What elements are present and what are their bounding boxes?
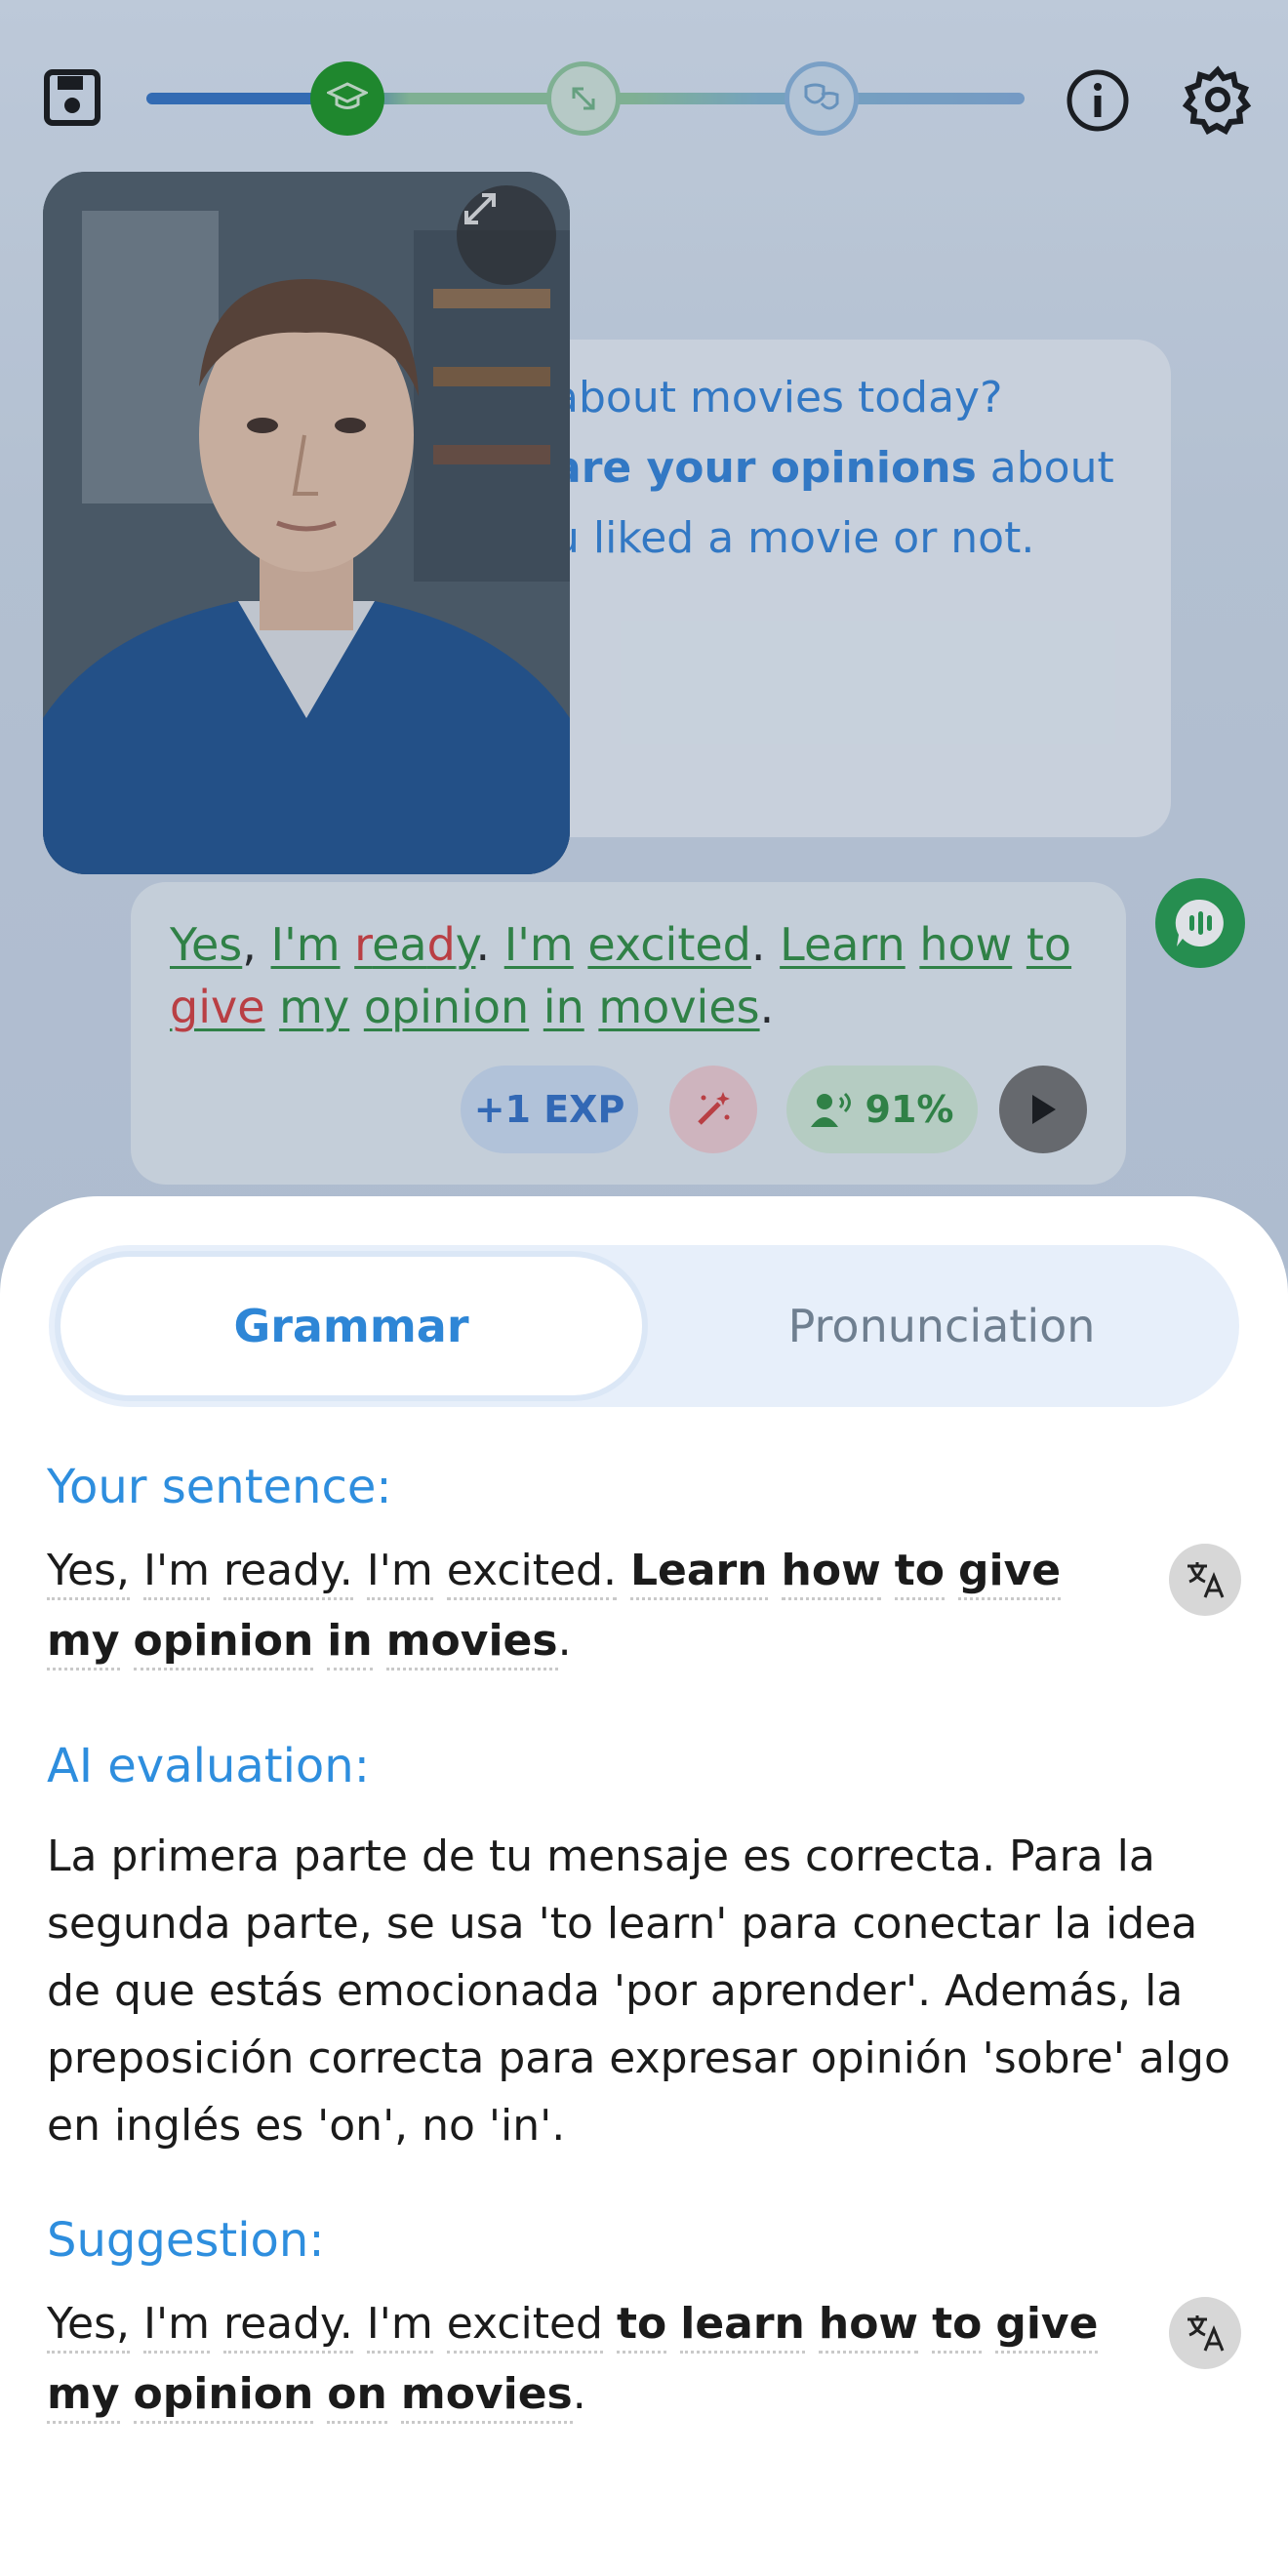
top-bar (0, 0, 1288, 195)
sentence-word-error[interactable]: opinion (133, 1616, 314, 1670)
sentence-word[interactable]: Yes, (47, 1546, 131, 1600)
sentence-word[interactable]: Yes, (47, 2299, 131, 2354)
message-actions: +1 EXP 91% (0, 1066, 1288, 1153)
feedback-tabs: Grammar Pronunciation (49, 1245, 1239, 1407)
word-correct[interactable]: opinion (364, 981, 529, 1033)
translate-icon (1187, 1562, 1225, 1598)
punctuation: , (242, 918, 257, 971)
ai-message-line: about (976, 443, 1114, 493)
exp-badge[interactable]: +1 EXP (461, 1066, 638, 1153)
step-practice[interactable] (546, 61, 621, 136)
pronunciation-score: 91% (865, 1088, 954, 1131)
sentence-word[interactable]: I'm (366, 1546, 433, 1600)
chat-voice-icon (1175, 899, 1224, 946)
voice-assistant-button[interactable] (1155, 878, 1245, 968)
save-icon[interactable] (43, 68, 101, 127)
sentence-word-corrected[interactable]: how (818, 2299, 919, 2354)
info-icon[interactable] (1066, 68, 1130, 133)
suggestion-text: Yes, I'm ready. I'm excited to learn how… (47, 2289, 1120, 2430)
punctuation: . (572, 2369, 586, 2419)
word-correct[interactable]: Yes (170, 918, 242, 971)
punctuation: . (750, 918, 766, 971)
sentence-word-corrected[interactable]: movies (400, 2369, 573, 2424)
word-correct[interactable]: I'm (504, 918, 574, 971)
step-roleplay[interactable] (785, 61, 859, 136)
play-icon (1032, 1095, 1056, 1124)
sentence-word-corrected[interactable]: my (47, 2369, 120, 2424)
expand-icon (464, 193, 496, 224)
sentence-word[interactable]: excited. (446, 1546, 617, 1600)
tutor-avatar-video (43, 172, 570, 874)
sentence-word-corrected[interactable]: to (932, 2299, 983, 2354)
ai-evaluation-text: La primera parte de tu mensaje es correc… (47, 1831, 1230, 2151)
punctuation: . (759, 981, 775, 1033)
play-audio-button[interactable] (999, 1066, 1087, 1153)
sentence-word-corrected[interactable]: to (616, 2299, 667, 2354)
sentence-word-error[interactable]: give (958, 1546, 1062, 1600)
step-learn[interactable] (310, 61, 384, 136)
word-correct[interactable]: excited (587, 918, 751, 971)
sentence-word-error[interactable]: in (327, 1616, 373, 1670)
sentence-word[interactable]: ready. (222, 1546, 353, 1600)
ai-message-line: about movies today? (552, 373, 1003, 423)
translate-icon (1187, 2315, 1225, 2352)
sentence-word-error[interactable]: movies (385, 1616, 558, 1670)
word-correct[interactable]: movies (598, 981, 759, 1033)
grammar-feedback-button[interactable] (669, 1066, 757, 1153)
sentence-word-corrected[interactable]: opinion (133, 2369, 314, 2424)
word-correct[interactable]: Learn (780, 918, 906, 971)
sentence-word[interactable]: I'm (366, 2299, 433, 2354)
tab-grammar[interactable]: Grammar (60, 1257, 642, 1395)
your-sentence-text: Yes, I'm ready. I'm excited. Learn how t… (47, 1536, 1101, 1676)
word-mispronounced[interactable]: ready (354, 918, 475, 971)
sentence-word-error[interactable]: to (894, 1546, 946, 1600)
word-correct[interactable]: in (543, 981, 584, 1033)
gear-icon[interactable] (1183, 64, 1253, 135)
translate-suggestion-button[interactable] (1169, 2297, 1241, 2369)
sentence-word-corrected[interactable]: give (995, 2299, 1099, 2354)
word-correct[interactable]: to (1026, 918, 1071, 971)
word-correct[interactable]: my (279, 981, 349, 1033)
tab-pronunciation[interactable]: Pronunciation (654, 1257, 1229, 1395)
punctuation: . (557, 1616, 572, 1666)
graduation-cap-icon (327, 82, 368, 109)
your-sentence-title: Your sentence: (47, 1460, 392, 1514)
magic-wand-icon (698, 1092, 730, 1125)
user-message-text: Yes, I'm ready. I'm excited. Learn how t… (170, 913, 1107, 1038)
expand-arrows-icon (572, 87, 595, 110)
suggestion-title: Suggestion: (47, 2213, 325, 2268)
sentence-word[interactable]: I'm (143, 2299, 210, 2354)
sentence-word-error[interactable]: Learn (629, 1546, 768, 1600)
fullscreen-button[interactable] (457, 185, 556, 285)
word-correct[interactable]: I'm (271, 918, 341, 971)
sentence-word-corrected[interactable]: learn (680, 2299, 805, 2354)
ai-message-line: u liked a movie or not. (552, 513, 1035, 563)
ai-message-bold: are your opinions (552, 443, 977, 493)
theater-masks-icon (804, 83, 839, 110)
word-correct[interactable]: how (919, 918, 1012, 971)
sentence-word-error[interactable]: my (47, 1616, 120, 1670)
sentence-word-error[interactable]: how (781, 1546, 881, 1600)
pronunciation-score-chip[interactable]: 91% (786, 1066, 978, 1153)
sentence-word[interactable]: ready. (222, 2299, 353, 2354)
translate-sentence-button[interactable] (1169, 1544, 1241, 1616)
punctuation: . (475, 918, 491, 971)
ai-evaluation-title: AI evaluation: (47, 1739, 370, 1793)
speaking-person-icon (810, 1092, 851, 1127)
word-mispronounced[interactable]: give (170, 981, 265, 1033)
ai-message-text: about movies today? are your opinions ab… (552, 363, 1138, 574)
sentence-word-corrected[interactable]: on (327, 2369, 387, 2424)
sentence-word[interactable]: excited (446, 2299, 603, 2354)
sentence-word[interactable]: I'm (143, 1546, 210, 1600)
